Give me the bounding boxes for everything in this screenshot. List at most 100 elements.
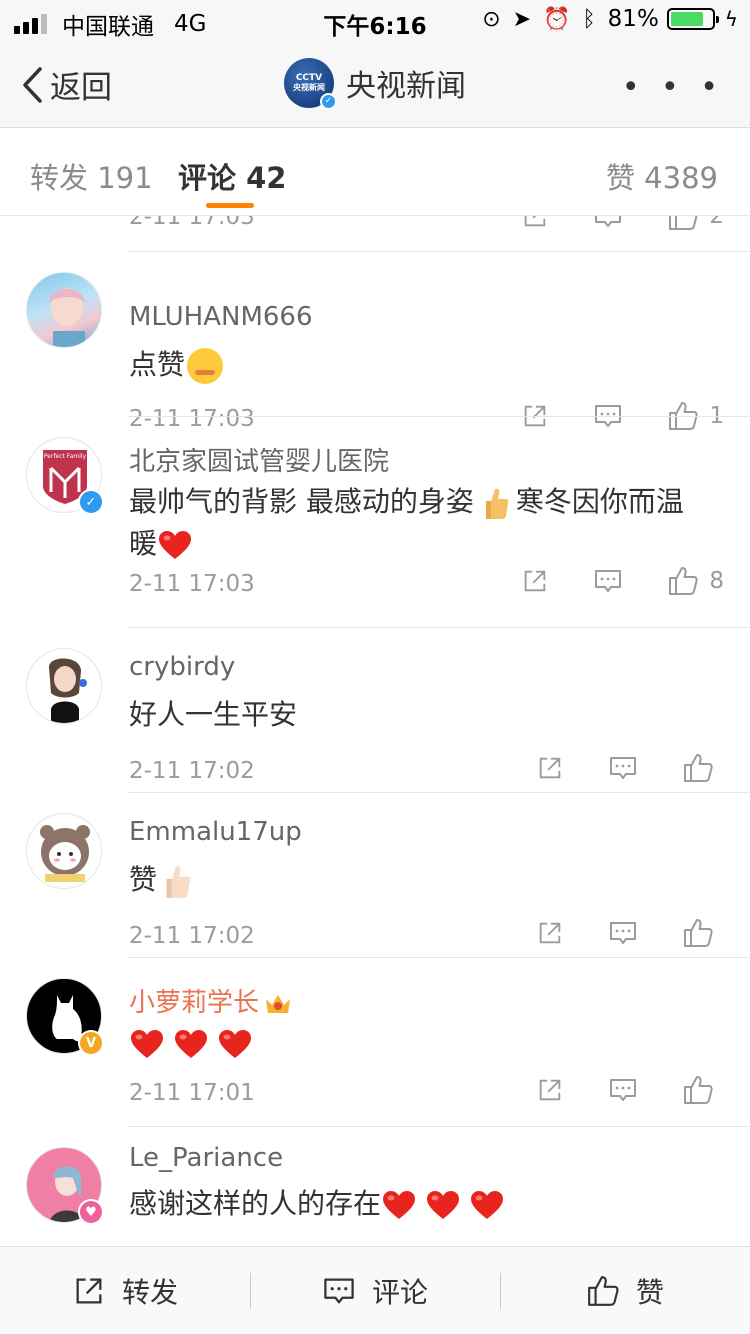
comment-list[interactable]: 2-11 17:03 2 MLUHANM666 点赞 2-11 17:03 1 [0, 216, 750, 1246]
avatar[interactable] [26, 272, 102, 348]
comment-time: 2-11 17:03 [129, 216, 255, 230]
like-icon [682, 917, 714, 949]
like-icon [667, 565, 699, 597]
comment-actions [492, 1074, 724, 1106]
comment-actions [492, 752, 724, 784]
comment-like-button[interactable]: 8 [667, 565, 724, 597]
verified-badge-icon: ✓ [320, 93, 337, 110]
thumbs-up-emoji-icon [159, 862, 193, 900]
comment-username[interactable]: Le_Pariance [129, 1143, 283, 1173]
battery-percent: 81% [607, 6, 659, 32]
comment-text-content: 感谢这样的人的存在 [129, 1187, 382, 1220]
comment-username[interactable]: 北京家圆试管婴儿医院 [129, 441, 389, 478]
comment-actions: 2 [477, 216, 724, 232]
share-icon [72, 1274, 106, 1308]
active-tab-indicator [206, 203, 254, 208]
comment-text: 感谢这样的人的存在 [129, 1183, 720, 1225]
comment-reply-button[interactable] [593, 566, 623, 596]
like-count: 2 [709, 216, 724, 229]
heart-icon [469, 1189, 505, 1221]
comment-username[interactable]: MLUHANM666 [129, 302, 313, 332]
comment-text: 点赞 [129, 344, 720, 386]
cctv-avatar: CCTV 央视新闻 ✓ [284, 58, 337, 110]
comment-item: V 小萝莉学长 2-11 17:01 [0, 958, 750, 1127]
comment-icon [322, 1274, 356, 1308]
comment-icon [608, 1075, 638, 1105]
comment-text-content: 点赞 [129, 348, 186, 381]
username-text: Emmalu17up [129, 817, 302, 847]
comment-text-line: 最帅气的背影 最感动的身姿 [129, 485, 474, 518]
comment-actions: 8 [477, 565, 724, 597]
comment-icon [593, 566, 623, 596]
comment-item: ♥ Le_Pariance 感谢这样的人的存在 [0, 1127, 750, 1246]
avatar[interactable]: Perfect Family ✓ [26, 437, 104, 515]
comment-text: 好人一生平安 [129, 694, 720, 736]
like-icon [682, 1074, 714, 1106]
heart-icon [157, 529, 193, 561]
tab-bar: 转发 191 评论 42 赞 4389 [0, 129, 750, 216]
status-bar: 中国联通 4G 下午6:16 ⊙ ➤ ⏰ ᛒ 81% ϟ [0, 0, 750, 40]
comment-actions [492, 917, 724, 949]
bottom-toolbar: 转发 评论 赞 [0, 1246, 750, 1334]
blush-emoji-icon [187, 348, 224, 384]
avatar[interactable] [26, 648, 102, 724]
comment-share-button[interactable] [521, 216, 549, 230]
comment-share-button[interactable] [536, 754, 564, 782]
comment-reply-button[interactable] [608, 918, 638, 948]
comment-text: 最帅气的背影 最感动的身姿 寒冬因你而温 暖 [129, 481, 720, 565]
comment-username[interactable]: crybirdy [129, 652, 235, 682]
charging-icon: ϟ [724, 7, 738, 31]
svg-text:Perfect Family: Perfect Family [44, 453, 87, 460]
comment-share-button[interactable] [536, 919, 564, 947]
comment-like-button[interactable] [682, 752, 724, 784]
comment-text: 赞 [129, 859, 720, 901]
heart-icon [129, 1028, 165, 1060]
share-icon [536, 1076, 564, 1104]
comment-reply-button[interactable] [593, 216, 623, 231]
avatar[interactable]: V [26, 978, 104, 1056]
verified-badge-icon: ✓ [78, 489, 104, 515]
like-button[interactable]: 赞 [500, 1247, 750, 1334]
more-options-icon[interactable]: • • • [622, 70, 724, 105]
repost-label: 转发 [121, 1275, 178, 1309]
username-text: crybirdy [129, 652, 236, 682]
comment-like-button[interactable]: 2 [667, 216, 724, 232]
comment-share-button[interactable] [536, 1076, 564, 1104]
comment-reply-button[interactable] [608, 753, 638, 783]
comment-label: 评论 [371, 1275, 428, 1309]
tab-like[interactable]: 赞 4389 [606, 155, 718, 197]
comment-button[interactable]: 评论 [250, 1247, 500, 1334]
like-icon [586, 1274, 620, 1308]
battery-icon [666, 8, 719, 30]
crown-icon [263, 991, 293, 1017]
tab-repost[interactable]: 转发 191 [30, 155, 153, 197]
comment-like-button[interactable] [682, 917, 724, 949]
comment-like-button[interactable] [682, 1074, 724, 1106]
verified-badge-icon: V [78, 1030, 104, 1056]
comment-time: 2-11 17:01 [129, 1080, 255, 1106]
alarm-icon: ⏰ [543, 6, 571, 32]
thumbs-up-emoji-icon [480, 485, 510, 521]
comment-icon [608, 753, 638, 783]
share-icon [536, 754, 564, 782]
comment-item: crybirdy 好人一生平安 2-11 17:02 [0, 628, 750, 793]
comment-reply-button[interactable] [608, 1075, 638, 1105]
rotation-lock-icon: ⊙ [482, 6, 501, 32]
heart-icon [217, 1028, 253, 1060]
repost-button[interactable]: 转发 [0, 1247, 250, 1334]
share-icon [536, 919, 564, 947]
page-title: 央视新闻 [346, 69, 466, 104]
avatar[interactable]: ♥ [26, 1147, 104, 1225]
avatar[interactable] [26, 813, 102, 889]
comment-text-content: 赞 [129, 863, 158, 896]
like-label: 赞 [635, 1275, 664, 1309]
comment-item: MLUHANM666 点赞 2-11 17:03 1 [0, 252, 750, 432]
comment-time: 2-11 17:02 [129, 923, 255, 949]
comment-username[interactable]: 小萝莉学长 [129, 982, 293, 1019]
vip-badge-icon: ♥ [78, 1199, 104, 1225]
comment-icon [608, 918, 638, 948]
bluetooth-icon: ᛒ [582, 6, 596, 32]
share-icon [521, 216, 549, 230]
comment-share-button[interactable] [521, 567, 549, 595]
comment-username[interactable]: Emmalu17up [129, 817, 302, 847]
